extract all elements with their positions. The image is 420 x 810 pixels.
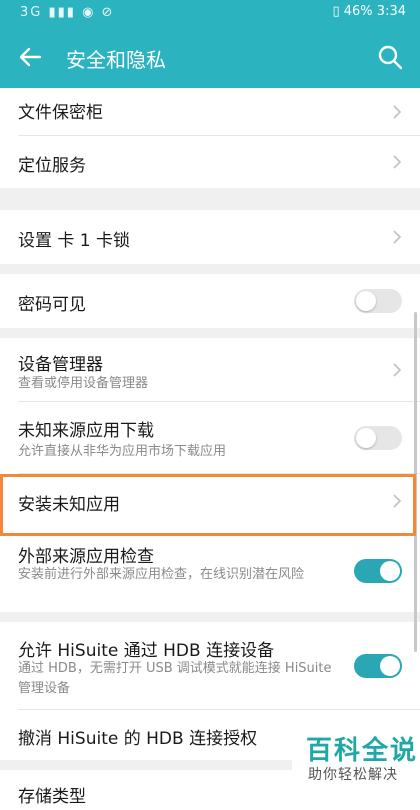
clock: 3:34 [376,4,406,19]
settings-item-file-safe[interactable]: 文件保密柜 [0,88,420,136]
settings-item-unknown-source: 未知来源应用下载 允许直接从非华为应用市场下载应用 [0,402,420,474]
item-label: 外部来源应用检查 [18,547,154,567]
item-label: 密码可见 [18,295,86,315]
search-button[interactable] [374,41,406,73]
item-description: 安装前进行外部来源应用检查，在线识别潜在风险 [18,567,305,582]
battery-percent: 46% [343,4,373,19]
status-bar: 3G ▮▮▮ ◉ ⊘ ▯ 46% 3:34 [0,0,420,26]
item-label: 撤消 HiSuite 的 HDB 连接授权 [18,729,258,749]
chevron-right-icon [393,105,402,119]
battery-icon: ▯ [332,4,340,19]
toggle-knob [356,428,376,448]
chevron-right-icon [393,155,402,169]
chevron-right-icon [393,363,402,377]
settings-item-external-check: 外部来源应用检查 安装前进行外部来源应用检查，在线识别潜在风险 [0,536,420,612]
unknown-source-toggle[interactable] [354,426,402,450]
settings-item-sim-lock[interactable]: 设置 卡 1 卡锁 [0,210,420,264]
hisuite-hdb-toggle[interactable] [354,654,402,678]
settings-item-device-admin[interactable]: 设备管理器 查看或停用设备管理器 [0,338,420,402]
settings-item-hisuite-hdb: 允许 HiSuite 通过 HDB 连接设备 通过 HDB，无需打开 USB 调… [0,622,420,710]
chevron-right-icon [393,230,402,244]
arrow-left-icon [19,47,42,67]
item-label: 安装未知应用 [18,495,120,515]
status-right: ▯ 46% 3:34 [332,4,406,19]
chevron-right-icon [393,494,402,508]
app-toolbar: 安全和隐私 [0,26,420,88]
item-label: 设备管理器 [18,355,103,375]
item-label: 文件保密柜 [18,103,103,123]
toggle-knob [356,291,376,311]
toggle-knob [380,561,400,581]
item-description: 通过 HDB，无需打开 USB 调试模式就能连接 HiSuite 管理设备 [18,661,332,696]
item-label: 未知来源应用下载 [18,421,154,441]
watermark-logo: 百科全说 助你轻松解决 [292,728,420,792]
toggle-knob [380,656,400,676]
item-label: 定位服务 [18,156,86,176]
password-visible-toggle[interactable] [354,289,402,313]
signal-wifi-icons: 3G ▮▮▮ ◉ ⊘ [20,5,115,20]
item-label: 存储类型 [18,787,86,807]
external-check-toggle[interactable] [354,559,402,583]
settings-item-install-unknown[interactable]: 安装未知应用 [0,474,420,536]
watermark-subtitle: 助你轻松解决 [308,767,398,783]
settings-item-password-visible: 密码可见 [0,274,420,328]
scrollbar[interactable] [414,312,417,652]
settings-item-location[interactable]: 定位服务 [0,136,420,188]
item-label: 设置 卡 1 卡锁 [18,231,131,251]
search-icon [378,45,403,70]
item-description: 查看或停用设备管理器 [18,376,149,391]
item-description: 允许直接从非华为应用市场下载应用 [18,444,227,459]
watermark-title: 百科全说 [306,736,419,766]
back-button[interactable] [14,41,46,73]
page-title: 安全和隐私 [66,48,166,72]
item-label: 允许 HiSuite 通过 HDB 连接设备 [18,641,275,661]
